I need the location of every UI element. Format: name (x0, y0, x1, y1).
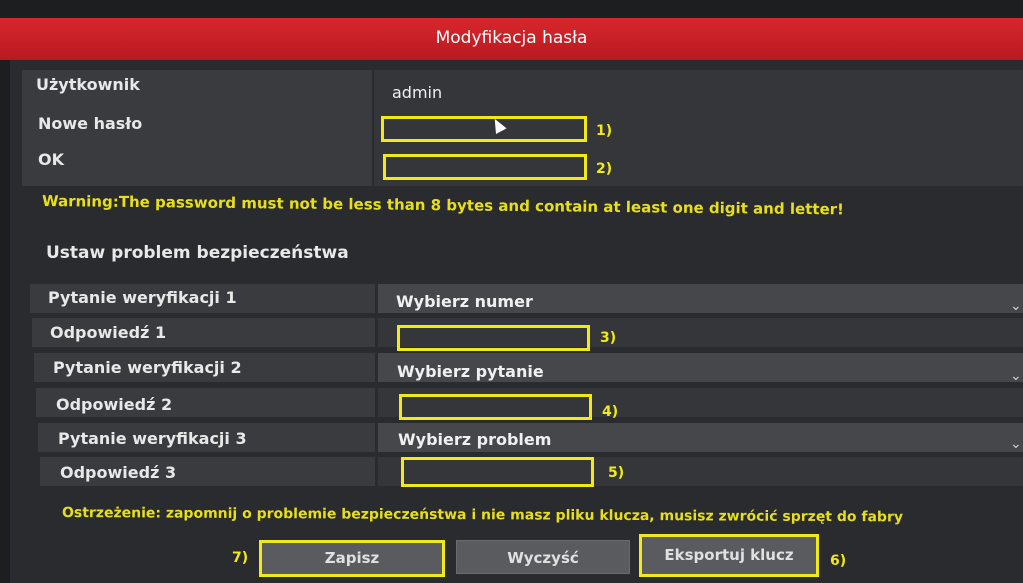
export-key-button[interactable]: Eksportuj klucz (639, 534, 819, 577)
confirm-password-field[interactable] (383, 154, 587, 180)
dialog-title: Modyfikacja hasła (0, 18, 1023, 60)
marker-5: 5) (608, 465, 625, 481)
a3-label: Odpowiedź 3 (60, 463, 177, 482)
clear-button[interactable]: Wyczyść (456, 540, 630, 574)
q1-label: Pytanie weryfikacji 1 (48, 288, 237, 307)
marker-2: 2) (596, 161, 613, 177)
confirm-password-label: OK (38, 150, 64, 169)
a1-label: Odpowiedź 1 (50, 323, 167, 342)
save-button[interactable]: Zapisz (259, 540, 445, 577)
answer-2-field[interactable] (399, 394, 592, 420)
chevron-down-icon[interactable]: ⌄ (1010, 298, 1022, 314)
answer-1-field[interactable] (397, 325, 590, 351)
q1-selected: Wybierz numer (396, 292, 533, 311)
new-password-field[interactable] (381, 116, 587, 142)
security-section-title: Ustaw problem bezpieczeństwa (46, 243, 349, 263)
marker-6: 6) (830, 553, 847, 569)
a2-label: Odpowiedź 2 (56, 395, 173, 414)
marker-1: 1) (596, 123, 613, 139)
new-password-label: Nowe hasło (38, 114, 143, 133)
chevron-down-icon[interactable]: ⌄ (1010, 436, 1022, 452)
marker-3: 3) (600, 330, 617, 346)
q2-selected: Wybierz pytanie (397, 362, 544, 381)
q2-label: Pytanie weryfikacji 2 (53, 358, 242, 377)
marker-4: 4) (602, 404, 619, 420)
chevron-down-icon[interactable]: ⌄ (1010, 368, 1022, 384)
username-label: Użytkownik (36, 75, 140, 94)
q3-label: Pytanie weryfikacji 3 (58, 429, 247, 448)
username-value: admin (392, 83, 443, 102)
q3-selected: Wybierz problem (398, 430, 552, 449)
answer-3-field[interactable] (401, 457, 594, 487)
marker-7: 7) (232, 550, 249, 566)
